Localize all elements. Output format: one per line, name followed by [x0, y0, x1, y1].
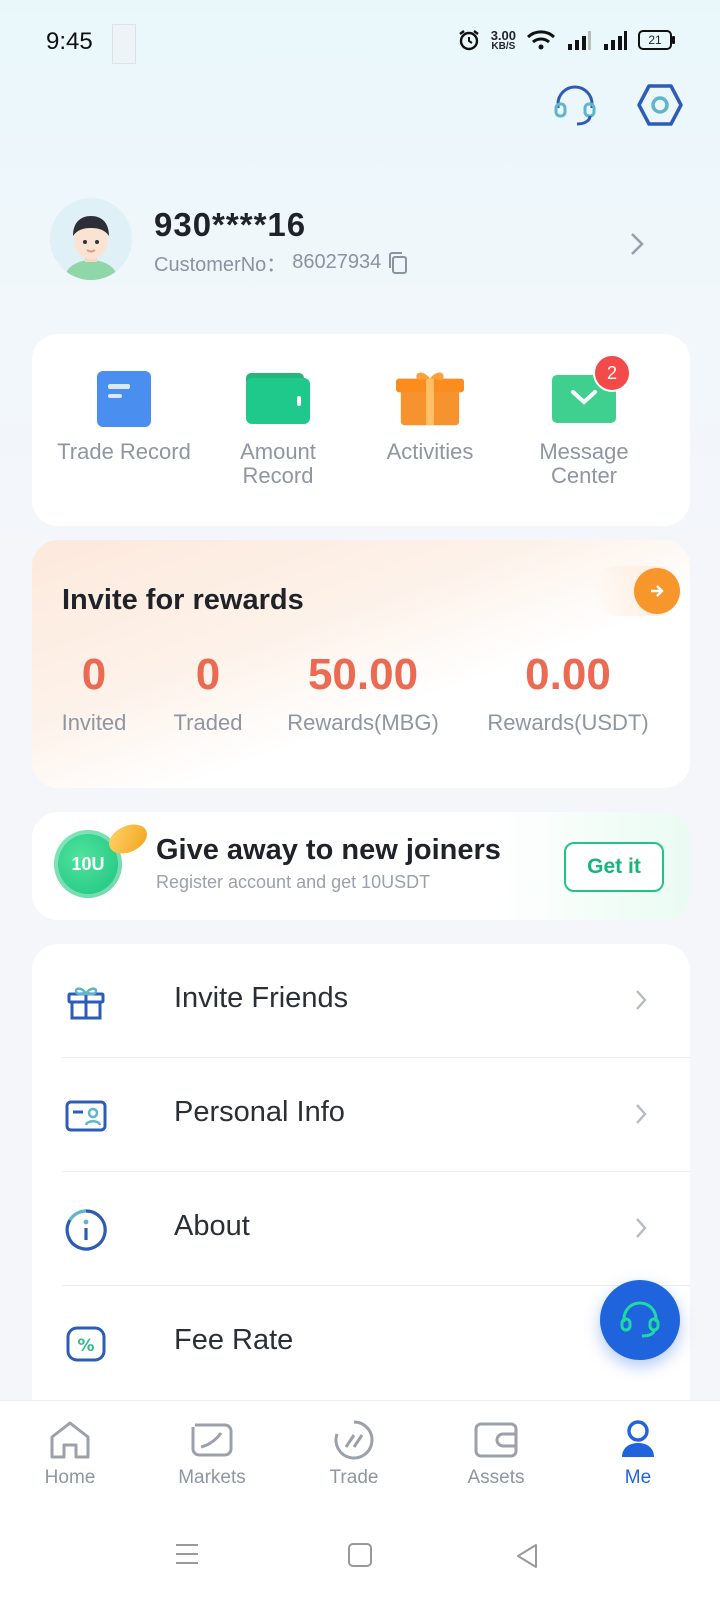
joiner-title: Give away to new joiners: [156, 834, 501, 866]
unread-badge: 2: [593, 354, 631, 392]
message-center-button[interactable]: 2 Message Center: [502, 334, 666, 526]
document-icon: [89, 368, 159, 430]
battery-icon: 21: [638, 30, 675, 50]
menu-icon[interactable]: [174, 1542, 200, 1571]
status-bar: 9:45 3.00 KB/S 21: [0, 0, 720, 86]
svg-text:%: %: [77, 1336, 94, 1356]
wifi-icon: [526, 30, 556, 50]
stat-rewards-mbg: 50.00 Rewards(MBG): [278, 650, 448, 736]
network-speed: 3.00 KB/S: [490, 27, 516, 52]
signal-icon: [568, 31, 591, 50]
wallet-icon: [243, 368, 313, 430]
nav-trade[interactable]: Trade: [294, 1419, 414, 1489]
gold-coin-icon: [104, 818, 152, 860]
nav-label: Home: [44, 1467, 96, 1488]
gift-box-icon: [64, 980, 108, 1024]
nav-home[interactable]: Home: [10, 1419, 130, 1489]
chevron-right-icon: [634, 988, 648, 1017]
home-icon: [50, 1421, 90, 1459]
customer-no-label: CustomerNo：: [154, 254, 287, 276]
stat-value: 50.00: [307, 650, 419, 699]
new-joiners-card: 10U Give away to new joiners Register ac…: [32, 812, 690, 920]
amount-record-button[interactable]: Amount Record: [196, 334, 360, 526]
invite-title: Invite for rewards: [62, 584, 304, 616]
customer-no-value: 86027934: [292, 251, 382, 273]
activities-button[interactable]: Activities: [348, 334, 512, 526]
quick-action-label: Amount Record: [240, 439, 316, 488]
stat-value: 0: [195, 650, 221, 699]
menu-list: Invite Friends Personal Info About % Fee…: [32, 944, 690, 1414]
invite-arrow-button[interactable]: [592, 566, 680, 616]
alarm-icon: [458, 30, 479, 51]
quick-action-label: Trade Record: [57, 439, 191, 464]
menu-label: Invite Friends: [174, 982, 349, 1014]
headset-icon: [554, 85, 596, 126]
nav-markets[interactable]: Markets: [152, 1419, 272, 1489]
person-icon: [622, 1420, 654, 1457]
chevron-right-icon: [634, 1102, 648, 1131]
menu-item-about[interactable]: About: [32, 1172, 690, 1286]
copy-icon[interactable]: [387, 251, 409, 275]
customer-support-button[interactable]: [548, 78, 602, 132]
joiner-subtitle: Register account and get 10USDT: [156, 872, 431, 892]
gift-icon: [395, 368, 465, 430]
percent-icon: %: [64, 1322, 108, 1366]
signal-icon: [604, 31, 627, 50]
quick-action-label: Message Center: [539, 439, 629, 488]
stat-label: Traded: [173, 710, 243, 735]
arrow-right-icon: [634, 568, 680, 614]
avatar-image: [65, 216, 117, 280]
system-navigation-bar: [0, 1510, 720, 1600]
headset-icon: [620, 1301, 660, 1338]
trade-record-button[interactable]: Trade Record: [42, 334, 206, 526]
info-icon: [64, 1208, 108, 1252]
stat-traded: 0 Traded: [166, 650, 250, 736]
menu-item-fee-rate[interactable]: % Fee Rate: [32, 1286, 690, 1400]
nav-label: Assets: [467, 1467, 525, 1488]
settings-button[interactable]: [633, 78, 687, 132]
profile-chevron-icon[interactable]: [628, 230, 646, 263]
id-card-icon: [64, 1094, 108, 1138]
customer-number: CustomerNo： 86027934: [154, 248, 409, 277]
home-square-icon[interactable]: [347, 1542, 373, 1573]
stat-label: Invited: [61, 710, 127, 735]
stat-label: Rewards(MBG): [287, 710, 439, 735]
username: 930****16: [154, 206, 307, 243]
get-it-button[interactable]: Get it: [564, 842, 664, 892]
nav-label: Me: [624, 1467, 652, 1488]
stat-invited: 0 Invited: [52, 650, 136, 736]
menu-item-invite-friends[interactable]: Invite Friends: [32, 944, 690, 1058]
trade-icon: [334, 1420, 374, 1460]
stat-value: 0: [81, 650, 107, 699]
quick-actions-card: Trade Record Amount Record Activities 2 …: [32, 334, 690, 526]
avatar[interactable]: [50, 198, 132, 280]
coin-icon: 10U: [54, 818, 152, 898]
quick-action-label: Activities: [386, 439, 474, 464]
nav-me[interactable]: Me: [578, 1419, 698, 1489]
menu-label: Personal Info: [174, 1096, 345, 1128]
floating-support-button[interactable]: [600, 1280, 680, 1360]
menu-label: Fee Rate: [174, 1324, 294, 1356]
wallet-icon: [474, 1422, 518, 1458]
stat-value: 0.00: [525, 650, 611, 699]
coin-label: 10U: [71, 853, 105, 874]
hexagon-settings-icon: [637, 84, 683, 126]
notification-thumbnail-icon: [112, 24, 136, 64]
markets-icon: [191, 1423, 233, 1457]
nav-assets[interactable]: Assets: [436, 1419, 556, 1489]
nav-label: Trade: [329, 1467, 379, 1488]
bottom-navigation: Home Markets Trade Assets Me: [0, 1400, 720, 1511]
chevron-right-icon: [634, 1216, 648, 1245]
back-icon[interactable]: [514, 1542, 540, 1575]
stat-rewards-usdt: 0.00 Rewards(USDT): [478, 650, 658, 736]
menu-item-personal-info[interactable]: Personal Info: [32, 1058, 690, 1172]
menu-label: About: [174, 1210, 250, 1242]
invite-rewards-card[interactable]: Invite for rewards 0 Invited 0 Traded 50…: [32, 540, 690, 788]
envelope-icon: 2: [549, 354, 631, 430]
stat-label: Rewards(USDT): [487, 710, 649, 735]
nav-label: Markets: [178, 1467, 246, 1488]
status-icons: 3.00 KB/S 21: [457, 27, 675, 52]
status-time: 9:45: [46, 28, 93, 55]
